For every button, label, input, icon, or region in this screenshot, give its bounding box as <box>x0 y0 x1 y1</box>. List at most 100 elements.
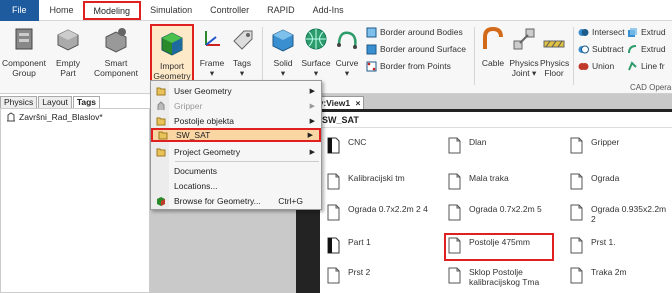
gripper-icon <box>157 101 165 110</box>
cable-button[interactable]: Cable <box>479 25 507 68</box>
menu-item-label: User Geometry <box>174 86 232 96</box>
border-around-surface-button[interactable]: Border around Surface <box>366 42 466 56</box>
intersect-button[interactable]: Intersect <box>578 25 625 39</box>
cad-operations-group-label: CAD Opera <box>630 83 672 92</box>
menu-item-gripper[interactable]: Gripper ▶ <box>151 99 321 113</box>
physics-joint-label2: Joint ▾ <box>511 68 537 78</box>
extrude-label-2: Extrud <box>641 44 666 54</box>
close-icon[interactable]: × <box>356 98 361 108</box>
line-from-normal-button[interactable]: Line fr <box>627 59 665 73</box>
border-around-bodies-button[interactable]: Border around Bodies <box>366 25 463 39</box>
solid-button[interactable]: Solid ▾ <box>268 25 298 78</box>
file-icon <box>327 267 340 284</box>
menu-item-locations[interactable]: Locations... <box>151 179 321 193</box>
folder-icon <box>156 87 166 96</box>
tab-file[interactable]: File <box>0 0 39 21</box>
file-item[interactable]: Dlan <box>448 137 486 154</box>
folder-icon <box>156 148 166 157</box>
tab-simulation[interactable]: Simulation <box>141 0 201 21</box>
tab-home[interactable]: Home <box>41 0 83 21</box>
physics-floor-button[interactable]: Physics Floor <box>540 25 569 78</box>
file-item[interactable]: Part 1 <box>327 237 371 254</box>
menu-item-user-geometry[interactable]: User Geometry ▶ <box>151 84 321 98</box>
empty-part-button[interactable]: Empty Part <box>50 25 86 78</box>
import-geometry-menu: User Geometry ▶ Gripper ▶ Postolje objek… <box>150 80 322 210</box>
file-item[interactable]: Sklop Postolje kalibracijskog Tma <box>448 267 558 287</box>
tree-item-station[interactable]: Završni_Rad_Blaslov* <box>6 112 103 122</box>
file-icon <box>327 173 340 190</box>
frame-button[interactable]: Frame ▾ <box>198 25 226 78</box>
physics-floor-label2: Floor <box>544 68 564 78</box>
file-item[interactable]: Prst 2 <box>327 267 370 284</box>
file-item[interactable]: Ograda 0.7x2.2m 2 4 <box>327 204 428 221</box>
file-icon <box>570 237 583 254</box>
file-item[interactable]: Prst 1. <box>570 237 616 254</box>
curve-label1: Curve <box>335 58 359 68</box>
file-icon <box>448 173 461 190</box>
extrude-button-2[interactable]: Extrud <box>627 42 666 56</box>
file-item[interactable]: Ograda <box>570 173 619 190</box>
file-icon <box>570 137 583 154</box>
folder-icon <box>156 117 166 126</box>
file-label: Gripper <box>591 137 620 147</box>
component-group-button[interactable]: Component Group <box>2 25 46 78</box>
file-item[interactable]: Mala traka <box>448 173 509 190</box>
submenu-arrow-icon: ▶ <box>309 103 315 110</box>
file-icon <box>448 204 461 221</box>
ribbon-separator <box>474 27 475 85</box>
menu-item-project-geometry[interactable]: Project Geometry ▶ <box>151 145 321 159</box>
physics-joint-icon <box>513 28 535 50</box>
tags-icon <box>233 30 253 50</box>
menu-separator <box>175 161 319 162</box>
union-button[interactable]: Union <box>578 59 614 73</box>
file-item[interactable]: Ograda 0.7x2.2m 5 <box>448 204 542 221</box>
border-from-points-button[interactable]: Border from Points <box>366 59 451 73</box>
menu-item-label: Browse for Geometry... <box>174 196 261 206</box>
subtract-button[interactable]: Subtract <box>578 42 624 56</box>
extrude-button[interactable]: Extrud <box>627 25 666 39</box>
tags-button[interactable]: Tags ▾ <box>228 25 256 78</box>
submenu-arrow-icon: ▶ <box>307 132 313 139</box>
menu-item-label: Gripper <box>174 101 203 111</box>
curve-label2: ▾ <box>344 68 350 78</box>
cable-label1: Cable <box>481 58 505 68</box>
solid-label2: ▾ <box>280 68 286 78</box>
tab-modeling[interactable]: Modeling <box>82 1 142 20</box>
file-label: Part 1 <box>348 237 371 247</box>
menu-item-sw-sat[interactable]: SW_SAT ▶ <box>151 128 321 142</box>
file-item[interactable]: CNC <box>327 137 366 154</box>
submenu-arrow-icon: ▶ <box>309 149 315 156</box>
tab-tags[interactable]: Tags <box>72 96 101 108</box>
file-thick-icon <box>327 237 340 254</box>
menu-item-postolje-objekta[interactable]: Postolje objekta ▶ <box>151 114 321 128</box>
intersect-icon <box>578 28 589 36</box>
tab-controller[interactable]: Controller <box>201 0 258 21</box>
component-group-label1: Component <box>2 58 46 68</box>
tab-physics[interactable]: Physics <box>0 96 38 108</box>
frame-label2: ▾ <box>209 68 215 78</box>
menu-item-documents[interactable]: Documents <box>151 164 321 178</box>
component-group-label2: Group <box>12 68 36 78</box>
file-thick-icon <box>327 137 340 154</box>
curve-icon <box>337 31 357 49</box>
ribbon-separator <box>573 27 574 85</box>
surface-button[interactable]: Surface ▾ <box>300 25 332 78</box>
curve-button[interactable]: Curve ▾ <box>333 25 361 78</box>
empty-part-label2: Part <box>60 68 76 78</box>
extrude-curve-icon <box>628 44 637 53</box>
ribbon-separator <box>262 27 263 85</box>
import-geometry-button[interactable]: Import Geometry ▾ <box>150 24 194 91</box>
physics-joint-button[interactable]: Physics Joint ▾ <box>509 25 539 78</box>
smart-component-button[interactable]: Smart Component <box>90 25 142 78</box>
file-item[interactable]: Ograda 0.935x2.2m 2 <box>570 204 670 224</box>
panel-tabs: Physics Layout Tags <box>0 96 101 108</box>
tab-rapid[interactable]: RAPID <box>258 0 304 21</box>
menu-item-browse-for-geometry[interactable]: Browse for Geometry... Ctrl+G <box>151 194 321 208</box>
tab-add-ins[interactable]: Add-Ins <box>304 0 353 21</box>
file-item[interactable]: Gripper <box>570 137 619 154</box>
menu-bar: File Home Modeling Simulation Controller… <box>0 0 672 21</box>
import-geometry-icon <box>161 32 183 56</box>
file-item[interactable]: Kalibracijski tm <box>327 173 405 190</box>
tab-layout[interactable]: Layout <box>38 96 72 108</box>
file-item[interactable]: Traka 2m <box>570 267 627 284</box>
